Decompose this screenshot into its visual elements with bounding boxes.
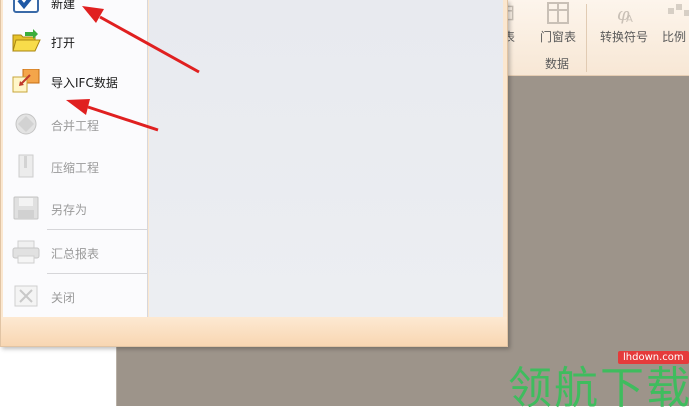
- left-panel-edge: [0, 346, 117, 406]
- menu-command-list: 新建 打开 导入IFC数据 合并工程 压缩工程 另存为 汇总报表 关闭: [3, 0, 148, 317]
- open-folder-icon: [12, 29, 41, 52]
- application-menu: 新建 打开 导入IFC数据 合并工程 压缩工程 另存为 汇总报表 关闭: [0, 0, 508, 347]
- menu-item-merge-project-label: 合并工程: [51, 119, 100, 133]
- menu-separator: [47, 229, 147, 230]
- new-check-icon: [13, 0, 39, 13]
- menu-item-save-as-label: 另存为: [51, 203, 88, 217]
- compress-project-icon: [18, 154, 34, 178]
- ribbon-scale-button[interactable]: 比例: [662, 0, 689, 50]
- ribbon-convert-symbol-label: 转换符号: [599, 30, 648, 44]
- menu-item-compress-project-label: 压缩工程: [51, 161, 100, 175]
- menu-item-compress-project: 压缩工程: [7, 151, 147, 181]
- menu-separator: [47, 273, 147, 274]
- convert-symbol-icon: φ A: [617, 4, 633, 24]
- merge-project-icon: [15, 113, 37, 135]
- menu-item-summary-report-label: 汇总报表: [51, 247, 100, 261]
- close-icon: [14, 285, 38, 307]
- menu-item-merge-project: 合并工程: [7, 109, 147, 139]
- menu-item-new[interactable]: 新建: [7, 0, 147, 17]
- summary-report-icon: [12, 240, 40, 264]
- menu-item-open[interactable]: 打开: [7, 26, 147, 56]
- save-as-icon: [13, 196, 39, 220]
- ribbon-door-window-table-label: 门窗表: [539, 30, 576, 44]
- recent-documents-panel: [149, 0, 503, 317]
- ribbon-data-group: 表 门窗表 φ A 转换符号 比例 数据: [498, 0, 689, 76]
- menu-item-import-ifc-label: 导入IFC数据: [51, 76, 118, 90]
- menu-item-import-ifc[interactable]: 导入IFC数据: [7, 66, 147, 96]
- menu-item-summary-report: 汇总报表: [7, 237, 147, 267]
- menu-item-new-label: 新建: [51, 0, 76, 11]
- ribbon-group-label: 数据: [544, 57, 569, 71]
- menu-footer-bar: [1, 317, 507, 346]
- scale-icon: [668, 4, 689, 16]
- menu-item-save-as: 另存为: [7, 193, 147, 223]
- import-ifc-icon: [12, 69, 40, 93]
- menu-item-close-label: 关闭: [51, 291, 76, 305]
- ribbon-scale-label: 比例: [662, 30, 687, 44]
- watermark-site-badge: lhdown.com: [618, 351, 689, 364]
- menu-item-close: 关闭: [7, 281, 147, 311]
- menu-item-open-label: 打开: [51, 36, 76, 50]
- svg-text:A: A: [626, 14, 633, 24]
- ribbon-door-window-table-button[interactable]: 门窗表: [534, 0, 582, 50]
- door-window-table-icon: [547, 2, 569, 24]
- ribbon-convert-symbol-button[interactable]: φ A 转换符号: [596, 0, 652, 50]
